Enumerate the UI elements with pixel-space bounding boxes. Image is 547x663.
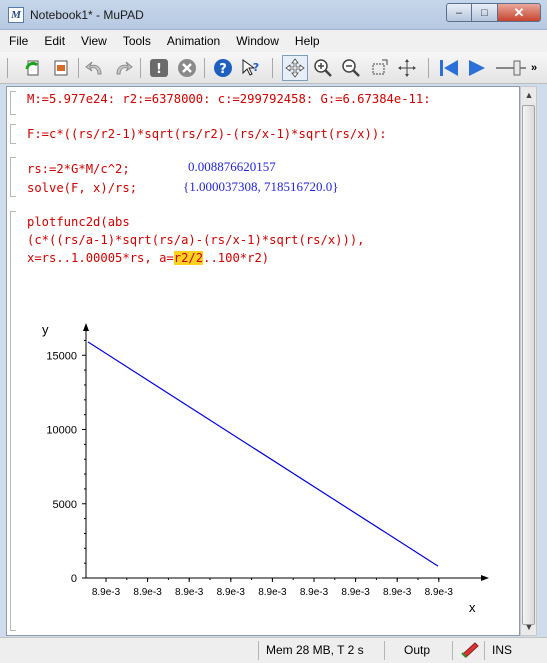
title-bar[interactable]: M Notebook1* - MuPAD – □ ✕ [0, 0, 547, 30]
new-notebook-icon[interactable] [22, 57, 44, 79]
highlighted-selection[interactable]: r2/2 [173, 251, 204, 265]
toolbar: ! ? ? » [0, 52, 547, 84]
redo-icon[interactable] [112, 57, 134, 79]
x-tick-label: 8.9e-3 [258, 587, 287, 598]
menu-edit[interactable]: Edit [44, 34, 65, 48]
input-line-constants[interactable]: M:=5.977e24: r2:=6378000: c:=299792458: … [27, 92, 431, 106]
svg-text:!: ! [156, 62, 162, 77]
crop-icon[interactable] [368, 57, 390, 79]
x-tick-label: 8.9e-3 [383, 587, 412, 598]
y-tick-label: 10000 [46, 425, 77, 437]
output-solve: {1.000037308, 718516720.0} [183, 179, 339, 194]
scroll-up-icon[interactable]: ▲ [523, 88, 535, 102]
overflow-icon[interactable]: » [526, 57, 542, 79]
menu-bar: File Edit View Tools Animation Window He… [0, 30, 547, 52]
mupad-icon: M [8, 7, 24, 23]
region-bracket [10, 157, 16, 197]
menu-view[interactable]: View [81, 34, 107, 48]
stop-icon[interactable] [176, 57, 198, 79]
menu-animation[interactable]: Animation [167, 34, 220, 48]
menu-tools[interactable]: Tools [123, 34, 151, 48]
input-line-function[interactable]: F:=c*((rs/r2-1)*sqrt(rs/r2)-(rs/x-1)*sqr… [27, 127, 387, 141]
range-text-end: ..100*r2) [203, 251, 270, 265]
region-bracket [10, 211, 16, 631]
y-tick-label: 15000 [46, 350, 77, 362]
menu-window[interactable]: Window [236, 34, 279, 48]
status-bar: Mem 28 MB, T 2 s Outp INS [0, 637, 547, 663]
x-tick-label: 8.9e-3 [92, 587, 121, 598]
close-button[interactable]: ✕ [498, 3, 541, 22]
move-icon[interactable] [282, 55, 308, 81]
toolbar-grip [7, 58, 8, 78]
region-bracket [10, 91, 16, 115]
minimize-button[interactable]: – [446, 3, 472, 22]
input-line-plot-range[interactable]: x=rs..1.00005*rs, a=r2/2..100*r2) [27, 251, 269, 265]
insert-mode-status: INS [492, 643, 513, 657]
y-axis-arrow [83, 323, 89, 331]
open-icon[interactable] [50, 57, 72, 79]
zoom-in-icon[interactable] [312, 57, 334, 79]
svg-text:?: ? [219, 62, 227, 77]
input-line-rs[interactable]: rs:=2*G*M/c^2; [27, 162, 130, 176]
evaluate-icon[interactable]: ! [148, 57, 170, 79]
scroll-down-icon[interactable]: ▼ [523, 620, 535, 634]
rotate-icon[interactable] [396, 57, 418, 79]
menu-help[interactable]: Help [295, 34, 320, 48]
output-rs: 0.008876620157 [188, 159, 276, 174]
output-status: Outp [404, 643, 431, 657]
x-tick-label: 8.9e-3 [341, 587, 370, 598]
scroll-thumb[interactable] [522, 105, 535, 625]
x-tick-label: 8.9e-3 [217, 587, 246, 598]
plot-graphic[interactable]: y x 0 5000 10000 15000 8.9e-3 8.9e-3 8.9e-3 8.9e-… [27, 319, 497, 619]
app-window: M Notebook1* - MuPAD – □ ✕ File Edit Vie… [0, 0, 547, 663]
x-axis-arrow [481, 575, 489, 581]
play-icon[interactable] [466, 57, 488, 79]
x-axis-label: x [469, 600, 476, 615]
help-icon[interactable]: ? [212, 57, 234, 79]
svg-text:?: ? [253, 61, 259, 74]
input-line-plot-expr[interactable]: (c*((rs/a-1)*sqrt(rs/a)-(rs/x-1)*sqrt(rs… [27, 233, 365, 247]
context-help-icon[interactable]: ? [240, 57, 262, 79]
y-tick-label: 0 [71, 573, 77, 585]
input-line-plot[interactable]: plotfunc2d(abs [27, 215, 130, 229]
series-line [87, 341, 439, 567]
window-controls: – □ ✕ [446, 3, 541, 22]
step-back-icon[interactable] [438, 57, 460, 79]
notebook-editor[interactable]: M:=5.977e24: r2:=6378000: c:=299792458: … [6, 86, 520, 636]
undo-icon[interactable] [84, 57, 106, 79]
x-tick-label: 8.9e-3 [133, 587, 162, 598]
memory-status: Mem 28 MB, T 2 s [266, 643, 364, 657]
y-tick-label: 5000 [53, 499, 77, 511]
maximize-button[interactable]: □ [472, 3, 498, 22]
window-title: Notebook1* - MuPAD [30, 8, 144, 22]
zoom-out-icon[interactable] [340, 57, 362, 79]
slider-icon[interactable] [494, 57, 528, 79]
spellcheck-icon[interactable] [460, 641, 480, 662]
range-text: x=rs..1.00005*rs, a= [27, 251, 174, 265]
menu-file[interactable]: File [9, 34, 28, 48]
x-tick-label: 8.9e-3 [425, 587, 454, 598]
vertical-scrollbar[interactable]: ▲ ▼ [520, 86, 537, 636]
y-axis-label: y [42, 322, 49, 337]
input-line-solve[interactable]: solve(F, x)/rs; [27, 181, 137, 195]
x-tick-label: 8.9e-3 [175, 587, 204, 598]
region-bracket [10, 124, 16, 144]
x-tick-label: 8.9e-3 [300, 587, 329, 598]
